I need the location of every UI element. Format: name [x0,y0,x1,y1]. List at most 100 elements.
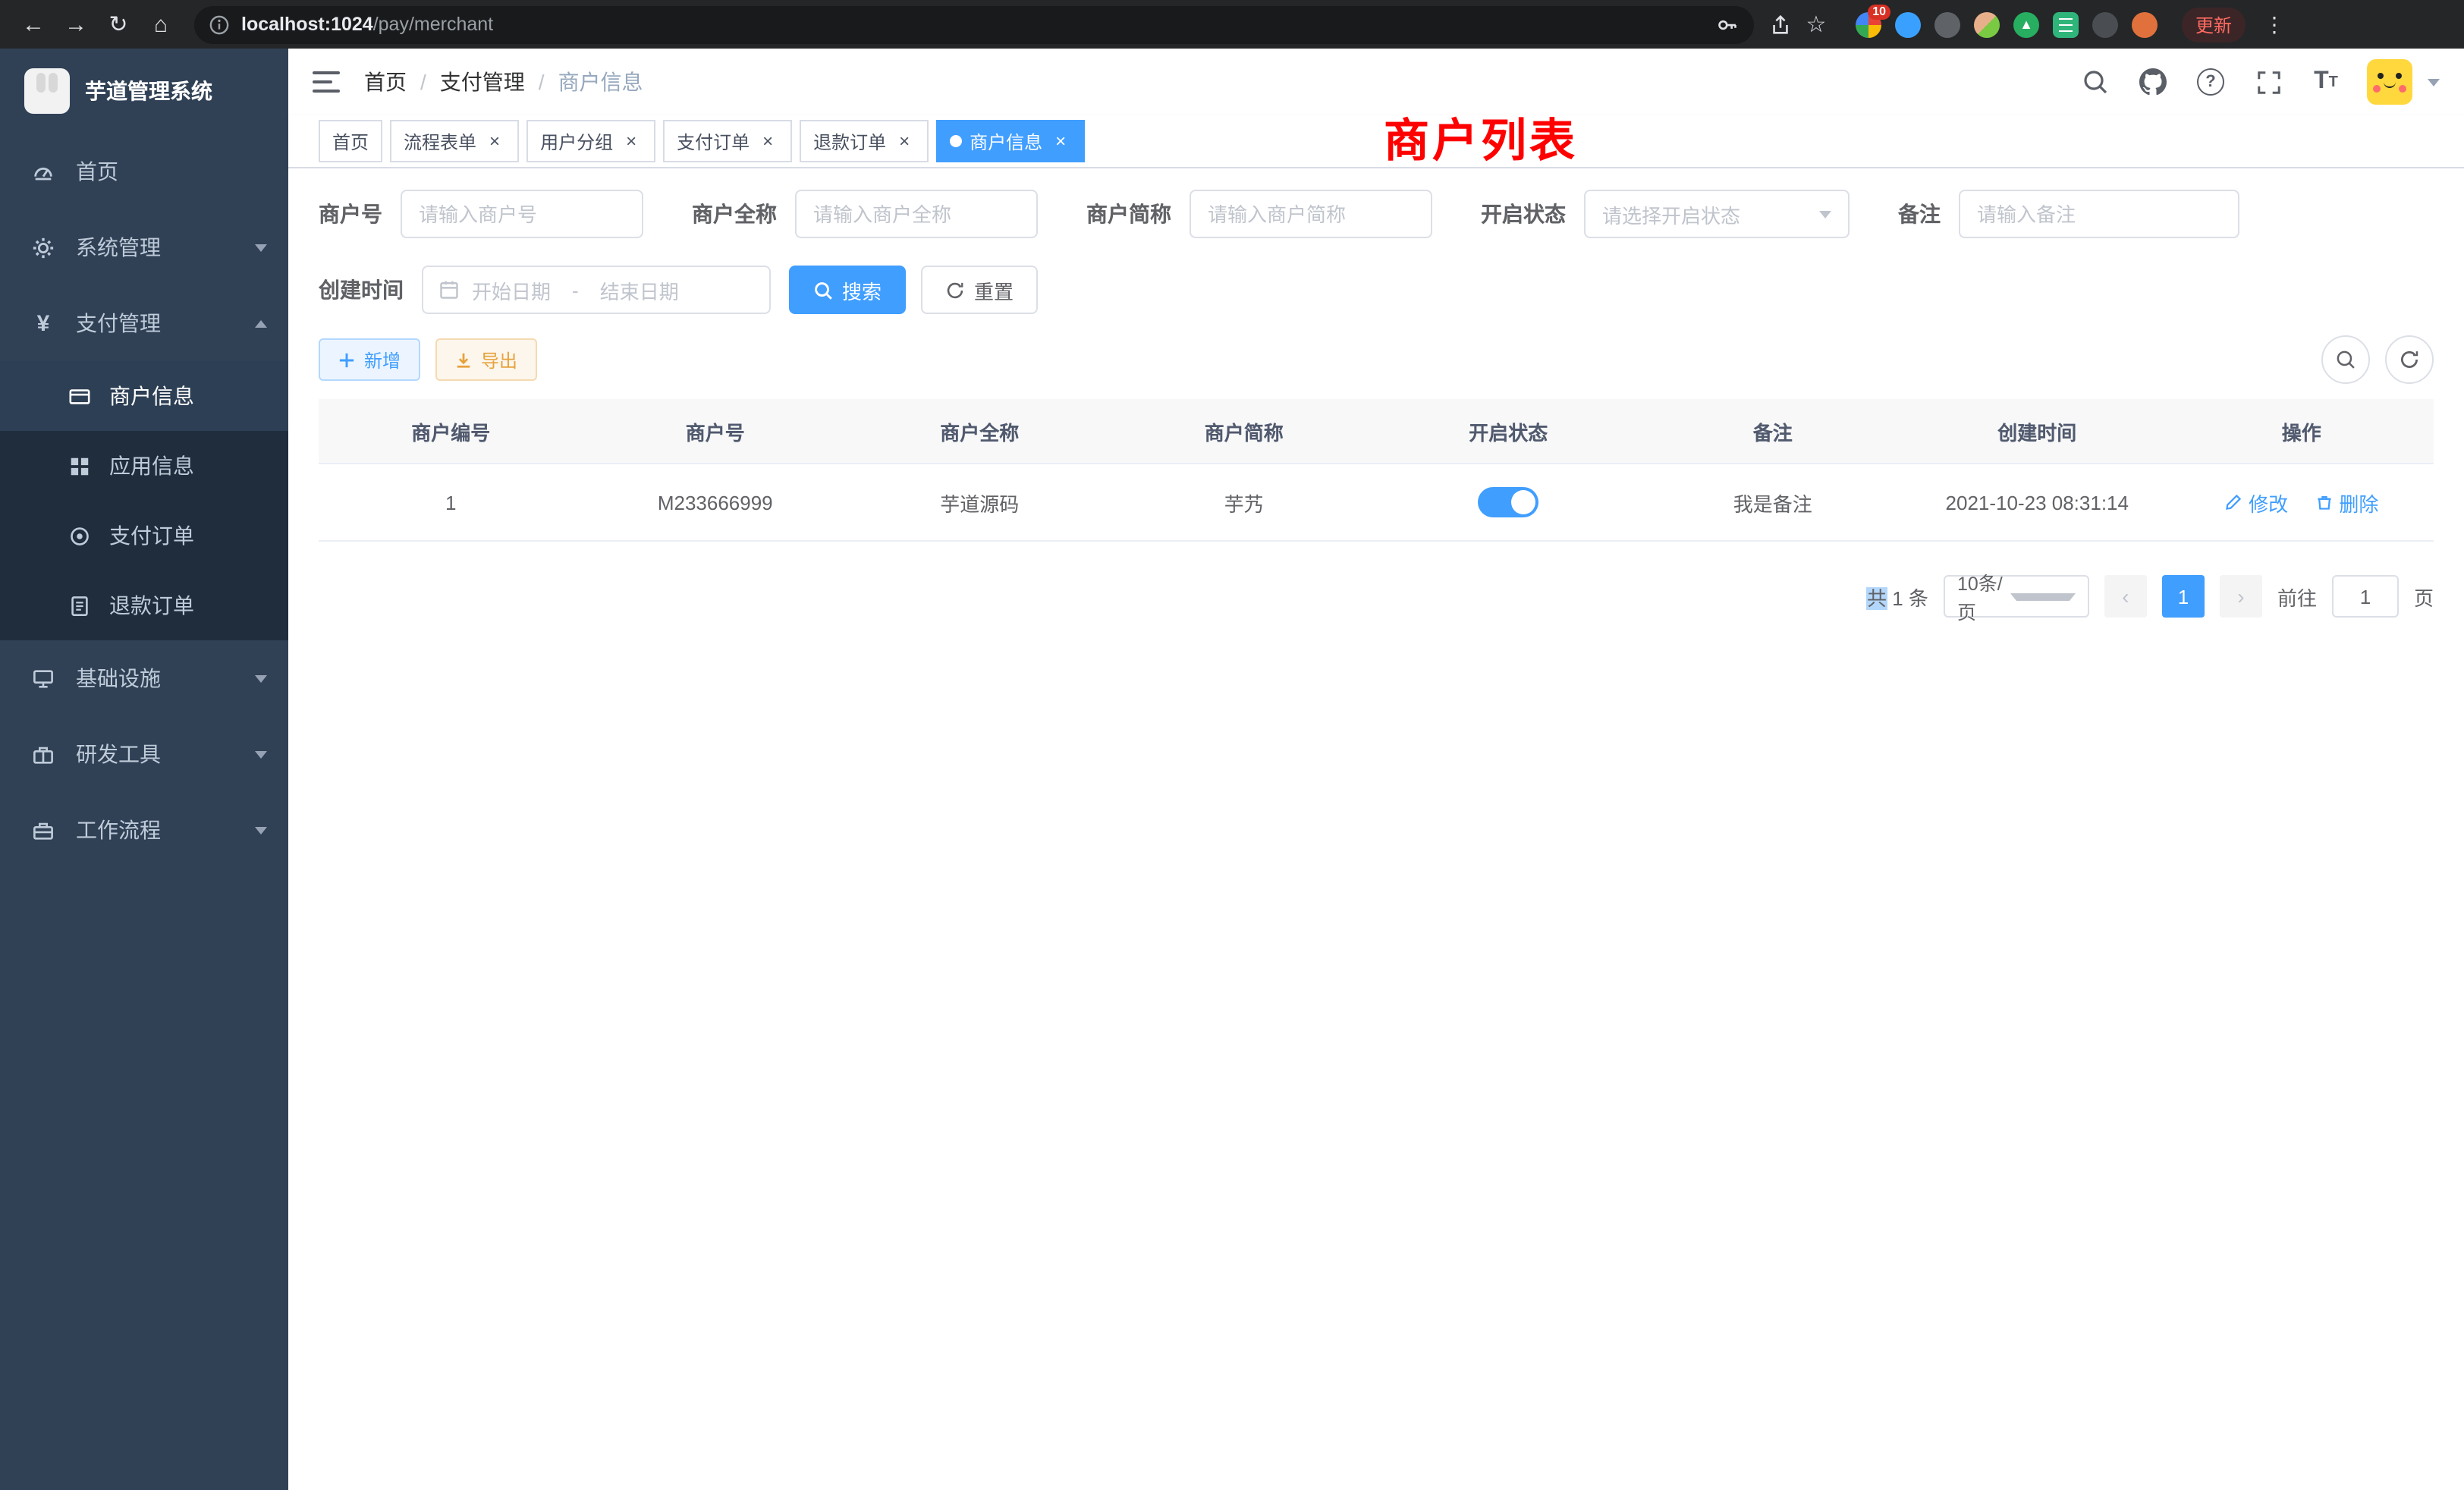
share-icon[interactable] [1769,13,1792,36]
address-bar[interactable]: localhost:1024/pay/merchant [194,5,1754,43]
sidebar-collapse-icon[interactable] [313,71,340,93]
remark-input[interactable] [1959,190,2239,238]
close-icon[interactable]: × [484,130,505,152]
logo-avatar [24,68,70,114]
home-icon[interactable]: ⌂ [143,6,179,42]
tag-merchant-info[interactable]: 商户信息× [936,120,1085,162]
avatar-caret-down-icon[interactable] [2428,78,2440,86]
tag-refund-orders[interactable]: 退款订单 × [800,120,929,162]
extension-orange-icon[interactable] [2132,11,2158,37]
status-toggle[interactable] [1478,487,1538,517]
breadcrumb-separator: / [539,70,545,94]
status-select[interactable]: 请选择开启状态 [1584,190,1850,238]
col-merchant-no: 商户号 [583,399,848,464]
forward-icon[interactable]: → [58,6,94,42]
breadcrumb-payment[interactable]: 支付管理 [440,67,525,97]
extension-blue-icon[interactable] [1895,11,1921,37]
tag-label: 支付订单 [677,128,750,154]
browser-update-button[interactable]: 更新 [2182,7,2246,42]
next-page-button[interactable]: › [2220,575,2262,618]
close-icon[interactable]: × [1050,130,1071,152]
sidebar-item-refund-orders[interactable]: 退款订单 [0,571,288,640]
reload-icon[interactable]: ↻ [100,6,137,42]
button-label: 搜索 [842,275,882,304]
github-icon[interactable] [2136,65,2170,99]
close-icon[interactable]: × [757,130,778,152]
page-unit-label: 页 [2414,582,2434,611]
sidebar-item-label: 研发工具 [76,739,255,769]
tag-label: 退款订单 [813,128,886,154]
sidebar-item-infrastructure[interactable]: 基础设施 [0,640,288,716]
toggle-knob [1511,490,1535,514]
search-button[interactable]: 搜索 [789,266,906,314]
extension-avatar-icon[interactable] [1974,11,2000,37]
font-size-icon[interactable]: TT [2309,65,2343,99]
avatar[interactable] [2367,59,2412,105]
extension-gray-icon[interactable] [1934,11,1960,37]
add-button[interactable]: 新增 [319,338,420,381]
help-icon[interactable]: ? [2194,65,2227,99]
col-remark: 备注 [1641,399,1906,464]
sidebar-item-app-info[interactable]: 应用信息 [0,431,288,501]
close-icon[interactable]: × [621,130,642,152]
extension-dark-icon[interactable] [2092,11,2118,37]
goto-page-input[interactable] [2332,575,2399,618]
sidebar-item-dev-tools[interactable]: 研发工具 [0,716,288,792]
full-name-input[interactable] [795,190,1038,238]
sidebar-item-workflow[interactable]: 工作流程 [0,792,288,868]
breadcrumb-home[interactable]: 首页 [364,67,407,97]
tag-home[interactable]: 首页 [319,120,382,162]
tag-pay-orders[interactable]: 支付订单 × [663,120,792,162]
total-text: 1 条 [1887,586,1928,609]
short-name-input[interactable] [1190,190,1432,238]
tag-process-form[interactable]: 流程表单× [390,120,519,162]
cell-short-name: 芋艿 [1112,464,1377,541]
button-label: 删除 [2339,488,2378,517]
sidebar-item-payment[interactable]: ¥ 支付管理 [0,285,288,361]
chevron-down-icon [255,750,267,758]
field-label: 创建时间 [319,275,404,305]
sidebar-logo[interactable]: 芋道管理系统 [0,49,288,134]
sidebar-item-home[interactable]: 首页 [0,134,288,209]
back-icon[interactable]: ← [15,6,52,42]
grid-icon [67,454,91,477]
sidebar-item-system[interactable]: 系统管理 [0,209,288,285]
key-icon[interactable] [1716,13,1739,36]
fullscreen-icon[interactable] [2252,65,2285,99]
sidebar-item-pay-orders[interactable]: 支付订单 [0,501,288,571]
document-icon [67,594,91,617]
chevron-up-icon [255,319,267,327]
breadcrumb-current: 商户信息 [558,67,643,97]
table-row: 1 M233666999 芋道源码 芋艿 我是备注 2021-10-23 08:… [319,464,2434,541]
info-icon[interactable] [209,14,229,34]
button-label: 新增 [364,347,401,372]
search-icon[interactable] [2079,65,2112,99]
sidebar-item-merchant-info[interactable]: 商户信息 [0,361,288,431]
bookmark-star-icon[interactable]: ☆ [1798,6,1834,42]
cell-remark: 我是备注 [1641,464,1906,541]
date-range-picker[interactable]: 开始日期 - 结束日期 [422,266,771,314]
toggle-search-icon-button[interactable] [2321,335,2370,384]
delete-button[interactable]: 删除 [2315,488,2378,517]
page-size-value: 10条/页 [1957,567,2010,625]
edit-button[interactable]: 修改 [2224,488,2288,517]
reset-button[interactable]: 重置 [921,266,1038,314]
button-label: 修改 [2249,488,2288,517]
export-button[interactable]: 导出 [435,338,537,381]
page-1-button[interactable]: 1 [2162,575,2205,618]
merchant-no-input[interactable] [401,190,643,238]
tag-user-group[interactable]: 用户分组× [526,120,655,162]
sidebar-item-label: 系统管理 [76,232,255,262]
close-icon[interactable]: × [894,130,915,152]
refresh-icon [945,280,965,300]
browser-menu-icon[interactable]: ⋮ [2264,11,2285,37]
chevron-down-icon [1819,210,1831,218]
extension-green-arrow-icon[interactable]: ▲ [2013,11,2039,37]
page-size-select[interactable]: 10条/页 [1944,575,2089,618]
refresh-table-button[interactable] [2385,335,2434,384]
extension-notes-icon[interactable] [2053,11,2079,37]
extension-colorwheel-icon[interactable]: 10 [1856,11,1881,37]
breadcrumb: 首页 / 支付管理 / 商户信息 [364,67,643,97]
prev-page-button[interactable]: ‹ [2104,575,2147,618]
page-content: 商户号 商户全称 商户简称 开启状态 请选择开启状态 [288,168,2464,1490]
